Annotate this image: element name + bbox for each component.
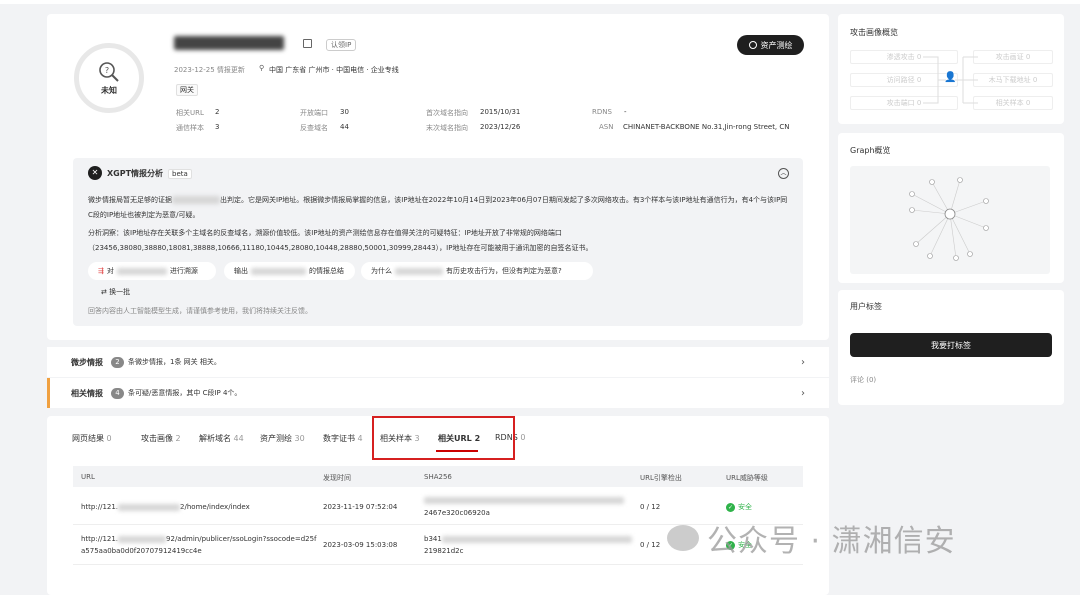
tab-resolved-domains[interactable]: 解析域名 44 [199, 433, 244, 444]
claim-ip-tag[interactable]: 认领IP [326, 39, 357, 51]
tab-attack-profile[interactable]: 攻击画像 2 [141, 433, 181, 444]
beta-tag: beta [168, 169, 192, 179]
gateway-tag: 网关 [176, 84, 198, 96]
copy-icon[interactable] [303, 39, 312, 48]
sha256-value[interactable]: b341 [424, 535, 632, 543]
ai-disclaimer: 回答内容由人工智能模型生成，请谨慎参考使用，我们将持续关注反馈。 [88, 307, 312, 315]
xgpt-analysis-panel: ✕ XGPT情报分析 beta ︿ 微步情报局暂无足够的证据 出判定。它是网关IP… [73, 158, 803, 326]
discovery-time: 2023-11-19 07:52:04 [323, 503, 398, 511]
verdict-label: 未知 [101, 85, 117, 95]
weibu-intel-row[interactable]: 微步情报 2 条微步情报，1条 网关 相关。 › [47, 347, 829, 377]
url-link-cont[interactable]: a575aa0ba0d0f20707912419cc4e [81, 547, 202, 555]
threat-level-safe: ✓ 安全 [726, 502, 752, 512]
url-link[interactable]: http://121. 2/home/index/index [81, 503, 250, 511]
attack-profile-overview-card: 攻击画像概览 渗透攻击 0 访问路径 0 攻击端口 0 攻击画证 0 木马下载地… [838, 14, 1064, 124]
ip-address [174, 36, 284, 50]
engine-detection: 0 / 12 [640, 541, 661, 549]
xgpt-paragraph-2: 分析洞察：该IP地址存在关联多个主域名的反查域名，溯源价值较低。该IP地址的资产… [88, 229, 593, 252]
comments-link[interactable]: 评论 (0) [850, 375, 876, 385]
asn-value: CHINANET-BACKBONE No.31,Jin-rong Street,… [623, 123, 790, 131]
sha256-value[interactable]: 2467e320c06920a [424, 509, 490, 517]
user-tags-card: 用户标签 我要打标签 评论 (0) [838, 290, 1064, 405]
wechat-watermark: 公众号 · 潇湘信安 [667, 516, 956, 560]
first-resolve: 2015/10/31 [480, 108, 521, 116]
discovery-time: 2023-03-09 15:03:08 [323, 541, 398, 549]
suggestion-trace-button[interactable]: ⇶ 对进行溯源 [88, 262, 216, 280]
last-resolve: 2023/12/26 [480, 123, 521, 131]
wechat-icon [667, 525, 699, 551]
related-url-count: 2 [215, 108, 220, 116]
user-icon: 👤 [944, 72, 957, 83]
question-search-icon: ? [99, 61, 119, 82]
chevron-right-icon: › [801, 387, 805, 399]
svg-text:?: ? [105, 66, 109, 75]
open-ports-count: 30 [340, 108, 349, 116]
graph-canvas[interactable] [850, 166, 1050, 274]
related-intel-row[interactable]: 相关情报 4 条可疑/恶意情报，其中 C段IP 4个。 › [47, 378, 829, 408]
tab-web-results[interactable]: 网页结果 0 [72, 433, 112, 444]
xgpt-title: XGPT情报分析 [107, 169, 164, 178]
suggestion-why-button[interactable]: 为什么 有历史攻击行为，但没有判定为恶意? [361, 262, 593, 280]
sha256-value[interactable] [424, 496, 624, 504]
user-tags-title: 用户标签 [850, 302, 882, 311]
chevron-right-icon: › [801, 356, 805, 368]
add-tag-button[interactable]: 我要打标签 [850, 333, 1052, 357]
collapse-icon[interactable]: ︿ [778, 168, 789, 179]
attack-overview-title: 攻击画像概览 [850, 28, 898, 37]
tab-asset-mapping[interactable]: 资产测绘 30 [260, 433, 305, 444]
location-text: 中国 广东省 广州市 · 中国电信 · 企业专线 [269, 66, 399, 74]
weibu-intel-count: 2 [111, 356, 124, 368]
check-icon: ✓ [726, 502, 735, 512]
related-intel-count: 4 [111, 387, 124, 399]
asset-mapping-button[interactable]: 资产测绘 [737, 35, 804, 55]
location-icon: ⚲ [259, 64, 265, 72]
engine-detection: 0 / 12 [640, 503, 661, 511]
refresh-suggestions-button[interactable]: ⇄ 换一批 [101, 287, 130, 297]
url-link[interactable]: http://121. 92/admin/publicer/ssoLogin?ss… [81, 535, 317, 543]
xgpt-logo-icon: ✕ [88, 166, 102, 180]
rdns-value: - [624, 108, 627, 116]
swap-icon: ⇄ [101, 288, 110, 296]
reverse-domains-count: 44 [340, 123, 349, 131]
trace-icon: ⇶ [98, 267, 104, 275]
highlight-box [372, 416, 515, 460]
update-date: 2023-12-25 情报更新 [174, 66, 245, 74]
sha256-value[interactable]: 219821d2c [424, 547, 463, 555]
comm-samples-count: 3 [215, 123, 220, 131]
graph-overview-card: Graph概览 [838, 133, 1064, 283]
suggestion-summary-button[interactable]: 输出 的情报总结 [224, 262, 355, 280]
tab-certificates[interactable]: 数字证书 4 [323, 433, 363, 444]
graph-overview-title: Graph概览 [850, 146, 891, 155]
radar-icon [748, 41, 757, 49]
xgpt-paragraph-1: 微步情报局暂无足够的证据 出判定。它是网关IP地址。根据微步情报局掌握的信息，该I… [88, 196, 788, 219]
verdict-circle: ? 未知 [74, 43, 144, 113]
